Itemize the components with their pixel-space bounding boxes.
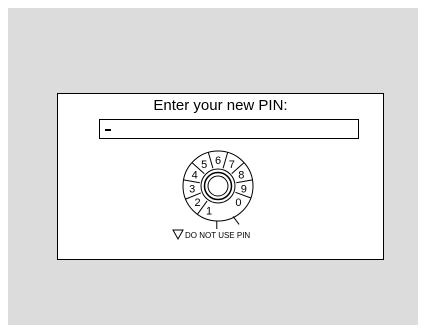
pin-entry-panel: Enter your new PIN: 0 1 2 3 4 5 6 7 8 9 DO NOT USE…: [57, 93, 384, 260]
dial-center-ring-middle: [203, 171, 233, 201]
dial-separator: [222, 152, 229, 169]
pin-prompt-title: Enter your new PIN:: [153, 97, 288, 114]
dial-digit-6[interactable]: 6: [215, 155, 221, 167]
dial-digit-3[interactable]: 3: [189, 184, 195, 196]
pin-entry-field[interactable]: [99, 119, 359, 139]
screen-background: Enter your new PIN: 0 1 2 3 4 5 6 7 8 9 DO NOT USE…: [8, 8, 418, 325]
dial-digit-8[interactable]: 8: [238, 170, 244, 182]
dial-separator: [207, 152, 214, 169]
do-not-use-pin-option[interactable]: DO NOT USE PIN: [185, 231, 250, 240]
dial-digit-2[interactable]: 2: [194, 197, 200, 209]
dial-center-ring-inner: [207, 175, 229, 197]
dial-digit-4[interactable]: 4: [192, 170, 198, 182]
pin-dial[interactable]: 0 1 2 3 4 5 6 7 8 9 DO NOT USE PIN: [158, 149, 278, 261]
pin-cursor: [105, 129, 111, 131]
dial-digit-9[interactable]: 9: [241, 184, 247, 196]
dial-digit-0[interactable]: 0: [235, 197, 241, 209]
dial-stop-right: [232, 216, 240, 225]
down-triangle-icon: [172, 229, 184, 241]
dial-digit-7[interactable]: 7: [229, 159, 235, 171]
pin-dial-graphic[interactable]: 0 123 45 6 78 9 DO NOT USE PIN: [158, 149, 278, 261]
dial-digit-1[interactable]: 1: [206, 205, 212, 217]
dial-digit-5[interactable]: 5: [201, 159, 207, 171]
dial-center-ring-outer: [200, 168, 236, 204]
